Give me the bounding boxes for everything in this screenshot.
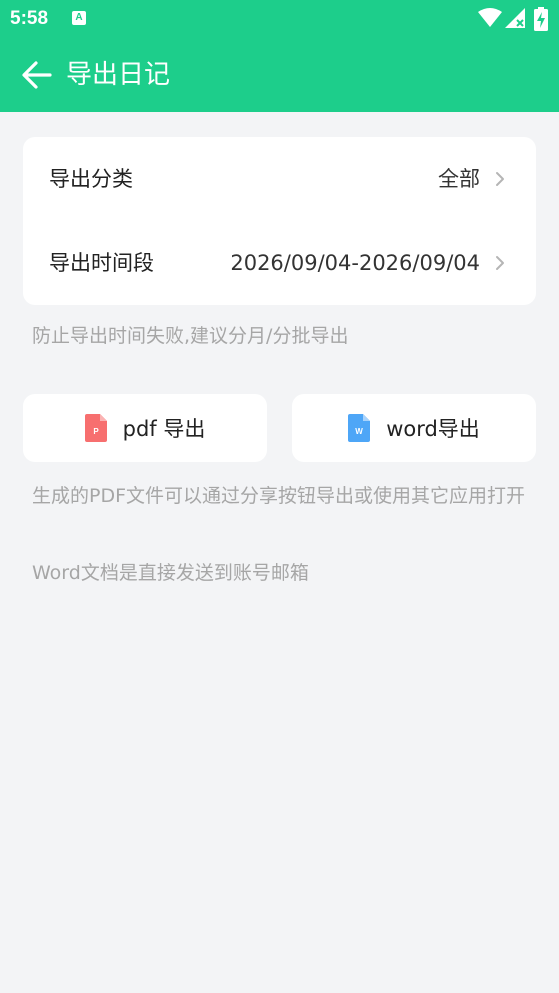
wifi-icon xyxy=(478,8,502,27)
pdf-icon-letter: P xyxy=(93,427,99,436)
pdf-export-label: pdf 导出 xyxy=(122,417,206,441)
pdf-export-button[interactable]: P pdf 导出 xyxy=(23,394,267,462)
export-category-value: 全部 xyxy=(438,167,480,191)
export-settings-card: 导出分类 全部 导出时间段 2026/09/04-2026/09/04 xyxy=(23,137,536,305)
arrow-left-icon[interactable] xyxy=(20,58,54,92)
battery-icon xyxy=(534,7,548,31)
export-category-row[interactable]: 导出分类 全部 xyxy=(23,137,536,221)
chevron-right-icon xyxy=(496,256,504,270)
word-export-button[interactable]: W word导出 xyxy=(292,394,536,462)
word-export-label: word导出 xyxy=(386,417,480,441)
status-bar: 5:58 A xyxy=(0,0,559,38)
export-category-label: 导出分类 xyxy=(49,167,133,191)
chevron-right-icon xyxy=(496,172,504,186)
pdf-file-icon: P xyxy=(84,414,107,442)
a-notification-icon: A xyxy=(72,11,86,25)
word-icon-letter: W xyxy=(355,427,363,436)
time-range-hint: 防止导出时间失败,建议分月/分批导出 xyxy=(32,325,349,347)
word-file-icon: W xyxy=(348,414,371,442)
export-time-range-value: 2026/09/04-2026/09/04 xyxy=(230,251,480,275)
word-export-hint: Word文档是直接发送到账号邮箱 xyxy=(32,562,309,584)
signal-icon xyxy=(505,8,525,28)
export-time-range-row[interactable]: 导出时间段 2026/09/04-2026/09/04 xyxy=(23,221,536,305)
app-bar: 导出日记 xyxy=(0,38,559,112)
pdf-export-hint: 生成的PDF文件可以通过分享按钮导出或使用其它应用打开 xyxy=(32,485,526,507)
status-time: 5:58 xyxy=(10,8,49,29)
export-time-range-label: 导出时间段 xyxy=(49,251,154,275)
page-title: 导出日记 xyxy=(66,60,171,90)
